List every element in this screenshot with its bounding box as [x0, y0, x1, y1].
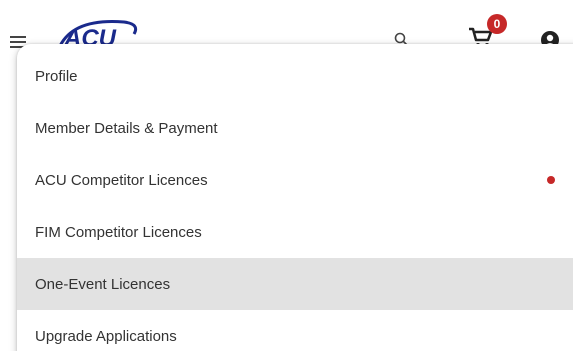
menu-item-profile[interactable]: Profile: [17, 50, 573, 102]
account-dropdown-menu: Profile Member Details & Payment ACU Com…: [17, 44, 573, 351]
notification-dot: [547, 176, 555, 184]
menu-item-fim-competitor-licences[interactable]: FIM Competitor Licences: [17, 206, 573, 258]
menu-item-label: Profile: [35, 67, 78, 85]
menu-item-member-details-payment[interactable]: Member Details & Payment: [17, 102, 573, 154]
menu-item-label: FIM Competitor Licences: [35, 223, 202, 241]
site-header: ACU 0: [0, 0, 573, 50]
menu-item-label: Member Details & Payment: [35, 119, 218, 137]
page: ACU 0 Profile Member Details & Payment A…: [0, 0, 573, 351]
hamburger-line: [10, 41, 26, 43]
menu-item-label: One-Event Licences: [35, 275, 171, 293]
menu-item-upgrade-applications[interactable]: Upgrade Applications: [17, 310, 573, 351]
menu-item-acu-competitor-licences[interactable]: ACU Competitor Licences: [17, 154, 573, 206]
menu-item-label: Upgrade Applications: [35, 327, 177, 345]
menu-item-one-event-licences[interactable]: One-Event Licences: [17, 258, 573, 310]
cart-count-badge: 0: [487, 14, 507, 34]
menu-item-label: ACU Competitor Licences: [35, 171, 208, 189]
hamburger-line: [10, 36, 26, 38]
